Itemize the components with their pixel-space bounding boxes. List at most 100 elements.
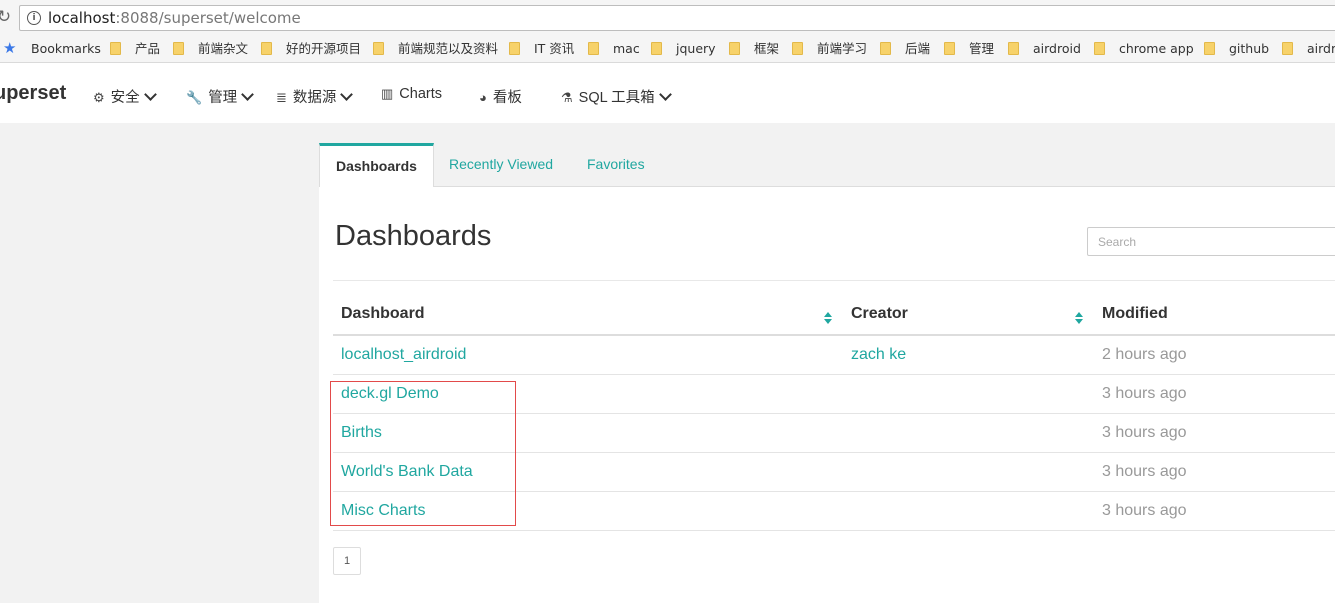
folder-icon bbox=[729, 42, 740, 55]
modified-time: 3 hours ago bbox=[1094, 374, 1335, 414]
column-header-modified[interactable]: Modified bbox=[1094, 293, 1335, 336]
column-label: Creator bbox=[851, 304, 908, 322]
bookmark-item[interactable]: 前端杂文 bbox=[173, 41, 248, 57]
bookmark-item[interactable]: 前端规范以及资料 bbox=[373, 41, 498, 57]
table-header-row: Dashboard Creator Modified bbox=[333, 293, 1335, 336]
dashboard-link[interactable]: Misc Charts bbox=[333, 491, 843, 531]
folder-icon bbox=[173, 42, 184, 55]
search-input[interactable] bbox=[1087, 227, 1335, 256]
column-header-dashboard[interactable]: Dashboard bbox=[333, 293, 843, 336]
tab-dashboards[interactable]: Dashboards bbox=[319, 143, 434, 187]
nav-sources[interactable]: ≣ 数据源 bbox=[276, 86, 354, 107]
folder-icon bbox=[944, 42, 955, 55]
column-header-creator[interactable]: Creator bbox=[843, 293, 1094, 336]
bookmark-item[interactable]: airdroid bbox=[1008, 41, 1081, 57]
dashboards-table: Dashboard Creator Modified localhost_air… bbox=[333, 293, 1335, 531]
chevron-down-icon bbox=[143, 88, 157, 101]
star-icon: ★ bbox=[3, 39, 17, 57]
column-label: Dashboard bbox=[341, 304, 425, 322]
folder-icon bbox=[1008, 42, 1019, 55]
nav-label: 安全 bbox=[110, 90, 140, 106]
tab-strip: Dashboards Recently Viewed Favorites bbox=[319, 143, 1335, 187]
nav-charts[interactable]: ▥ Charts bbox=[381, 86, 442, 102]
page-title: Dashboards bbox=[335, 220, 492, 252]
tab-recently-viewed[interactable]: Recently Viewed bbox=[433, 143, 569, 186]
folder-icon bbox=[373, 42, 384, 55]
url-host: localhost bbox=[48, 9, 116, 27]
top-navbar: uperset ⚙ 安全 🔧 管理 ≣ 数据源 ▥ Charts ◕ 看板 ⚗ SQL 工具… bbox=[0, 63, 1335, 123]
cogs-icon: ⚙ bbox=[93, 90, 105, 105]
bookmark-item[interactable]: 后端 bbox=[880, 41, 930, 57]
folder-icon bbox=[1204, 42, 1215, 55]
reload-icon[interactable]: ↻ bbox=[0, 6, 14, 28]
bookmark-item[interactable]: airdr bbox=[1282, 41, 1335, 57]
sort-icon[interactable] bbox=[824, 312, 833, 324]
bookmark-item[interactable]: 前端学习 bbox=[792, 41, 867, 57]
bookmark-item[interactable]: 产品 bbox=[110, 41, 160, 57]
pagination-page-button[interactable]: 1 bbox=[333, 547, 361, 575]
dashboard-link[interactable]: localhost_airdroid bbox=[333, 335, 843, 375]
modified-time: 2 hours ago bbox=[1094, 335, 1335, 375]
nav-dashboards[interactable]: ◕ 看板 bbox=[479, 86, 522, 107]
dashboard-icon: ◕ bbox=[479, 90, 487, 105]
folder-icon bbox=[110, 42, 121, 55]
nav-sql-lab[interactable]: ⚗ SQL 工具箱 bbox=[561, 86, 672, 107]
info-icon[interactable]: i bbox=[27, 11, 41, 25]
modified-time: 3 hours ago bbox=[1094, 413, 1335, 453]
bookmark-item[interactable]: Bookmarks bbox=[31, 41, 101, 57]
bookmark-item[interactable]: github bbox=[1204, 41, 1269, 57]
creator-link[interactable]: zach ke bbox=[843, 335, 1094, 375]
creator-link bbox=[843, 491, 1094, 531]
nav-label: 看板 bbox=[492, 90, 522, 106]
bookmark-item[interactable]: chrome app bbox=[1094, 41, 1194, 57]
dashboard-link[interactable]: deck.gl Demo bbox=[333, 374, 843, 414]
dashboard-link[interactable]: Births bbox=[333, 413, 843, 453]
nav-label: 数据源 bbox=[292, 90, 337, 106]
folder-icon bbox=[509, 42, 520, 55]
tab-favorites[interactable]: Favorites bbox=[571, 143, 661, 186]
table-row: Misc Charts 3 hours ago bbox=[333, 491, 1335, 531]
nav-label: 管理 bbox=[208, 90, 238, 106]
bookmark-item[interactable]: 管理 bbox=[944, 41, 994, 57]
nav-label: Charts bbox=[399, 86, 443, 102]
table-row: Births 3 hours ago bbox=[333, 413, 1335, 453]
folder-icon bbox=[792, 42, 803, 55]
bookmark-item[interactable]: mac bbox=[588, 41, 640, 57]
url-bar[interactable]: i localhost:8088/superset/welcome bbox=[19, 5, 1335, 31]
table-row: deck.gl Demo 3 hours ago bbox=[333, 374, 1335, 414]
database-icon: ≣ bbox=[276, 90, 287, 105]
flask-icon: ⚗ bbox=[561, 90, 573, 105]
bookmark-item[interactable]: IT 资讯 bbox=[509, 41, 574, 57]
table-row: localhost_airdroid zach ke 2 hours ago bbox=[333, 335, 1335, 375]
dashboard-link[interactable]: World's Bank Data bbox=[333, 452, 843, 492]
bar-chart-icon: ▥ bbox=[381, 86, 394, 101]
browser-address-bar: ↻ i localhost:8088/superset/welcome bbox=[0, 0, 1335, 36]
url-text: localhost:8088/superset/welcome bbox=[48, 10, 301, 27]
table-row: World's Bank Data 3 hours ago bbox=[333, 452, 1335, 492]
modified-time: 3 hours ago bbox=[1094, 452, 1335, 492]
modified-time: 3 hours ago bbox=[1094, 491, 1335, 531]
folder-icon bbox=[651, 42, 662, 55]
chevron-down-icon bbox=[241, 88, 255, 101]
bookmark-item[interactable]: 好的开源项目 bbox=[261, 41, 361, 57]
welcome-panel: Dashboards Recently Viewed Favorites Das… bbox=[319, 143, 1335, 603]
chevron-down-icon bbox=[658, 88, 672, 101]
wrench-icon: 🔧 bbox=[186, 90, 203, 105]
folder-icon bbox=[588, 42, 599, 55]
bookmark-item[interactable]: jquery bbox=[651, 41, 716, 57]
folder-icon bbox=[1282, 42, 1293, 55]
divider bbox=[333, 280, 1335, 281]
nav-manage[interactable]: 🔧 管理 bbox=[186, 86, 255, 107]
bookmark-item[interactable]: 框架 bbox=[729, 41, 779, 57]
creator-link bbox=[843, 374, 1094, 414]
folder-icon bbox=[880, 42, 891, 55]
nav-security[interactable]: ⚙ 安全 bbox=[93, 86, 157, 107]
folder-icon bbox=[261, 42, 272, 55]
column-label: Modified bbox=[1102, 304, 1168, 322]
sort-icon[interactable] bbox=[1075, 312, 1084, 324]
creator-link bbox=[843, 452, 1094, 492]
folder-icon bbox=[1094, 42, 1105, 55]
creator-link bbox=[843, 413, 1094, 453]
brand-logo[interactable]: uperset bbox=[0, 82, 66, 105]
url-path: :8088/superset/welcome bbox=[115, 9, 301, 27]
